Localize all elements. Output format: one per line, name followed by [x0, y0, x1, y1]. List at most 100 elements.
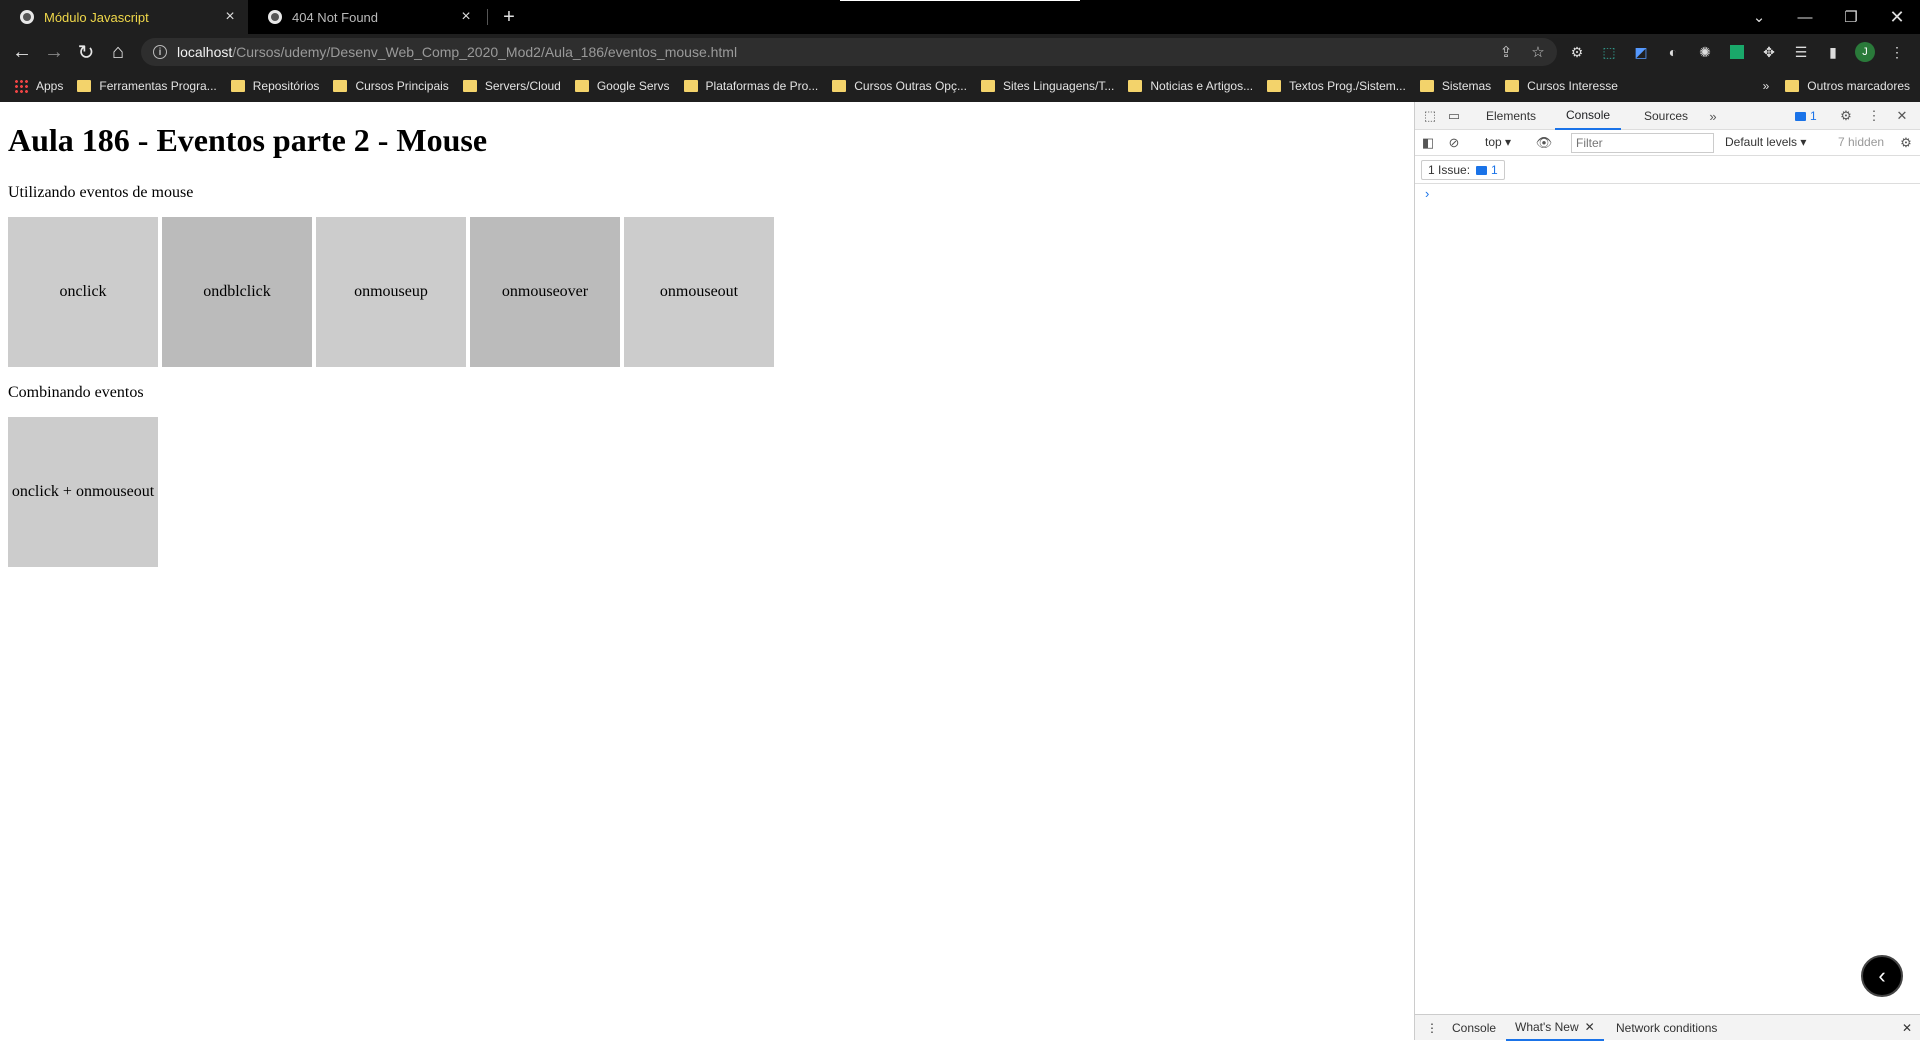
minimize-icon[interactable]: —: [1782, 0, 1828, 34]
page-viewport: Aula 186 - Eventos parte 2 - Mouse Utili…: [0, 102, 1414, 1040]
onmouseout-box[interactable]: onmouseout: [624, 217, 774, 367]
chat-icon: [1476, 165, 1488, 175]
bookmark-folder[interactable]: Noticias e Artigos...: [1128, 79, 1253, 93]
home-icon[interactable]: ⌂: [102, 34, 134, 70]
issues-link[interactable]: 1 Issue: 1: [1421, 160, 1505, 180]
chat-icon: [1795, 111, 1806, 121]
onmouseover-box[interactable]: onmouseover: [470, 217, 620, 367]
apps-grid-icon: [14, 79, 28, 93]
extensions-puzzle-icon[interactable]: ✥: [1756, 38, 1782, 66]
window-close-icon[interactable]: ✕: [1874, 0, 1920, 34]
devtools-menu-icon[interactable]: ⋮: [1863, 102, 1885, 130]
browser-tab-modulo-javascript[interactable]: Módulo Javascript ×: [0, 0, 248, 34]
tab-title: 404 Not Found: [292, 9, 379, 25]
console-filter-input[interactable]: [1571, 133, 1714, 153]
folder-icon: [1785, 80, 1800, 92]
folder-icon: [683, 80, 698, 92]
bookmark-folder[interactable]: Servers/Cloud: [462, 79, 561, 93]
tab-divider: [487, 9, 488, 25]
floating-chevron-left-icon[interactable]: ‹: [1861, 955, 1903, 997]
bookmark-folder[interactable]: Google Servs: [574, 79, 670, 93]
folder-icon: [1267, 80, 1282, 92]
drawer-close-icon[interactable]: ✕: [1893, 1015, 1920, 1041]
new-tab-button[interactable]: +: [494, 0, 524, 34]
onclick-onmouseout-box[interactable]: onclick + onmouseout: [8, 417, 158, 567]
other-bookmarks[interactable]: Outros marcadores: [1785, 79, 1910, 93]
site-info-icon[interactable]: i: [153, 45, 167, 59]
section-label-mouse-events: Utilizando eventos de mouse: [8, 184, 194, 201]
folder-icon: [77, 80, 92, 92]
context-selector[interactable]: top ▾: [1485, 135, 1511, 149]
devtools-close-icon[interactable]: ✕: [1891, 102, 1913, 130]
bookmark-folder[interactable]: Cursos Outras Opç...: [832, 79, 967, 93]
bookmark-folder[interactable]: Cursos Principais: [333, 79, 449, 93]
forward-icon[interactable]: →: [38, 34, 70, 70]
tab-search-icon[interactable]: ⌄: [1736, 0, 1782, 34]
live-expression-eye-icon[interactable]: 👁: [1533, 129, 1555, 157]
extension-react-icon[interactable]: ✺: [1692, 38, 1718, 66]
bookmark-folder[interactable]: Sistemas: [1419, 79, 1491, 93]
address-bar[interactable]: i localhost/Cursos/udemy/Desenv_Web_Comp…: [141, 38, 1557, 66]
drawer-tab-console[interactable]: Console: [1443, 1015, 1505, 1041]
tab-sources[interactable]: Sources: [1633, 102, 1699, 130]
clear-console-icon[interactable]: ⊘: [1443, 129, 1465, 157]
bookmark-folder[interactable]: Sites Linguagens/T...: [980, 79, 1114, 93]
ondblclick-box[interactable]: ondblclick: [162, 217, 312, 367]
section-label-combined-events: Combinando eventos: [8, 384, 144, 401]
close-icon[interactable]: ✕: [1585, 1020, 1595, 1034]
extension-circle-icon[interactable]: ◐: [1660, 38, 1686, 66]
device-toolbar-icon[interactable]: ▭: [1443, 102, 1465, 130]
drawer-tab-network-conditions[interactable]: Network conditions: [1607, 1015, 1726, 1041]
extension-green-icon[interactable]: [1724, 38, 1750, 66]
tab-console[interactable]: Console: [1555, 102, 1622, 130]
back-icon[interactable]: ←: [6, 34, 38, 70]
bookmark-folder[interactable]: Cursos Interesse: [1505, 79, 1618, 93]
console-prompt[interactable]: ›: [1425, 186, 1429, 201]
browser-tab-404[interactable]: 404 Not Found ×: [248, 0, 484, 34]
onclick-box[interactable]: onclick: [8, 217, 158, 367]
bookmark-apps[interactable]: Apps: [0, 79, 63, 93]
folder-icon: [462, 80, 477, 92]
reading-list-icon[interactable]: ☰: [1788, 38, 1814, 66]
share-icon[interactable]: ⇪: [1492, 38, 1520, 66]
folder-icon: [333, 80, 348, 92]
bookmarks-bar: Apps Ferramentas Progra... Repositórios …: [0, 70, 1920, 102]
reload-icon[interactable]: ↻: [70, 34, 102, 70]
close-icon[interactable]: ×: [220, 8, 240, 26]
tab-title: Módulo Javascript: [44, 9, 149, 25]
extension-gear-icon[interactable]: ⚙: [1564, 38, 1590, 66]
folder-icon: [1505, 80, 1520, 92]
bookmark-folder[interactable]: Ferramentas Progra...: [77, 79, 217, 93]
devtools-drawer-tabbar: ⋮ Console What's New ✕ Network conditions…: [1415, 1014, 1920, 1041]
inspect-element-icon[interactable]: ⬚: [1419, 102, 1441, 130]
close-icon[interactable]: ×: [456, 8, 476, 26]
page-title: Aula 186 - Eventos parte 2 - Mouse: [8, 122, 488, 158]
url-path: /Cursos/udemy/Desenv_Web_Comp_2020_Mod2/…: [232, 44, 738, 60]
more-tabs-icon[interactable]: »: [1702, 102, 1724, 130]
onmouseup-box[interactable]: onmouseup: [316, 217, 466, 367]
drawer-tab-whats-new[interactable]: What's New ✕: [1506, 1015, 1604, 1041]
devtools-panel: ⬚ ▭ Elements Console Sources » 1 ⚙ ⋮ ✕ ◧…: [1414, 102, 1920, 1041]
globe-icon: [268, 10, 282, 24]
browser-menu-icon[interactable]: ⋮: [1884, 38, 1910, 66]
log-levels-dropdown[interactable]: Default levels ▾: [1725, 135, 1806, 149]
extension-blue-icon[interactable]: ◩: [1628, 38, 1654, 66]
bookmark-folder[interactable]: Plataformas de Pro...: [683, 79, 818, 93]
bookmarks-overflow-button[interactable]: »: [1763, 79, 1770, 93]
issues-badge[interactable]: 1: [1789, 107, 1817, 125]
console-toolbar: ◧ ⊘ top ▾ 👁 Default levels ▾ 7 hidden ⚙: [1415, 130, 1920, 156]
side-panel-icon[interactable]: ▮: [1820, 38, 1846, 66]
restore-icon[interactable]: ❐: [1828, 0, 1874, 34]
bookmark-folder[interactable]: Textos Prog./Sistem...: [1267, 79, 1406, 93]
tab-elements[interactable]: Elements: [1475, 102, 1547, 130]
folder-icon: [574, 80, 589, 92]
console-settings-gear-icon[interactable]: ⚙: [1895, 129, 1917, 157]
extension-screenshot-icon[interactable]: ⬚: [1596, 38, 1622, 66]
bookmark-star-icon[interactable]: ☆: [1524, 38, 1552, 66]
profile-avatar[interactable]: J: [1852, 38, 1878, 66]
drag-region-line: [840, 0, 1080, 1]
settings-gear-icon[interactable]: ⚙: [1835, 102, 1857, 130]
bookmark-folder[interactable]: Repositórios: [230, 79, 319, 93]
folder-icon: [980, 80, 995, 92]
sidebar-toggle-icon[interactable]: ◧: [1417, 129, 1439, 157]
